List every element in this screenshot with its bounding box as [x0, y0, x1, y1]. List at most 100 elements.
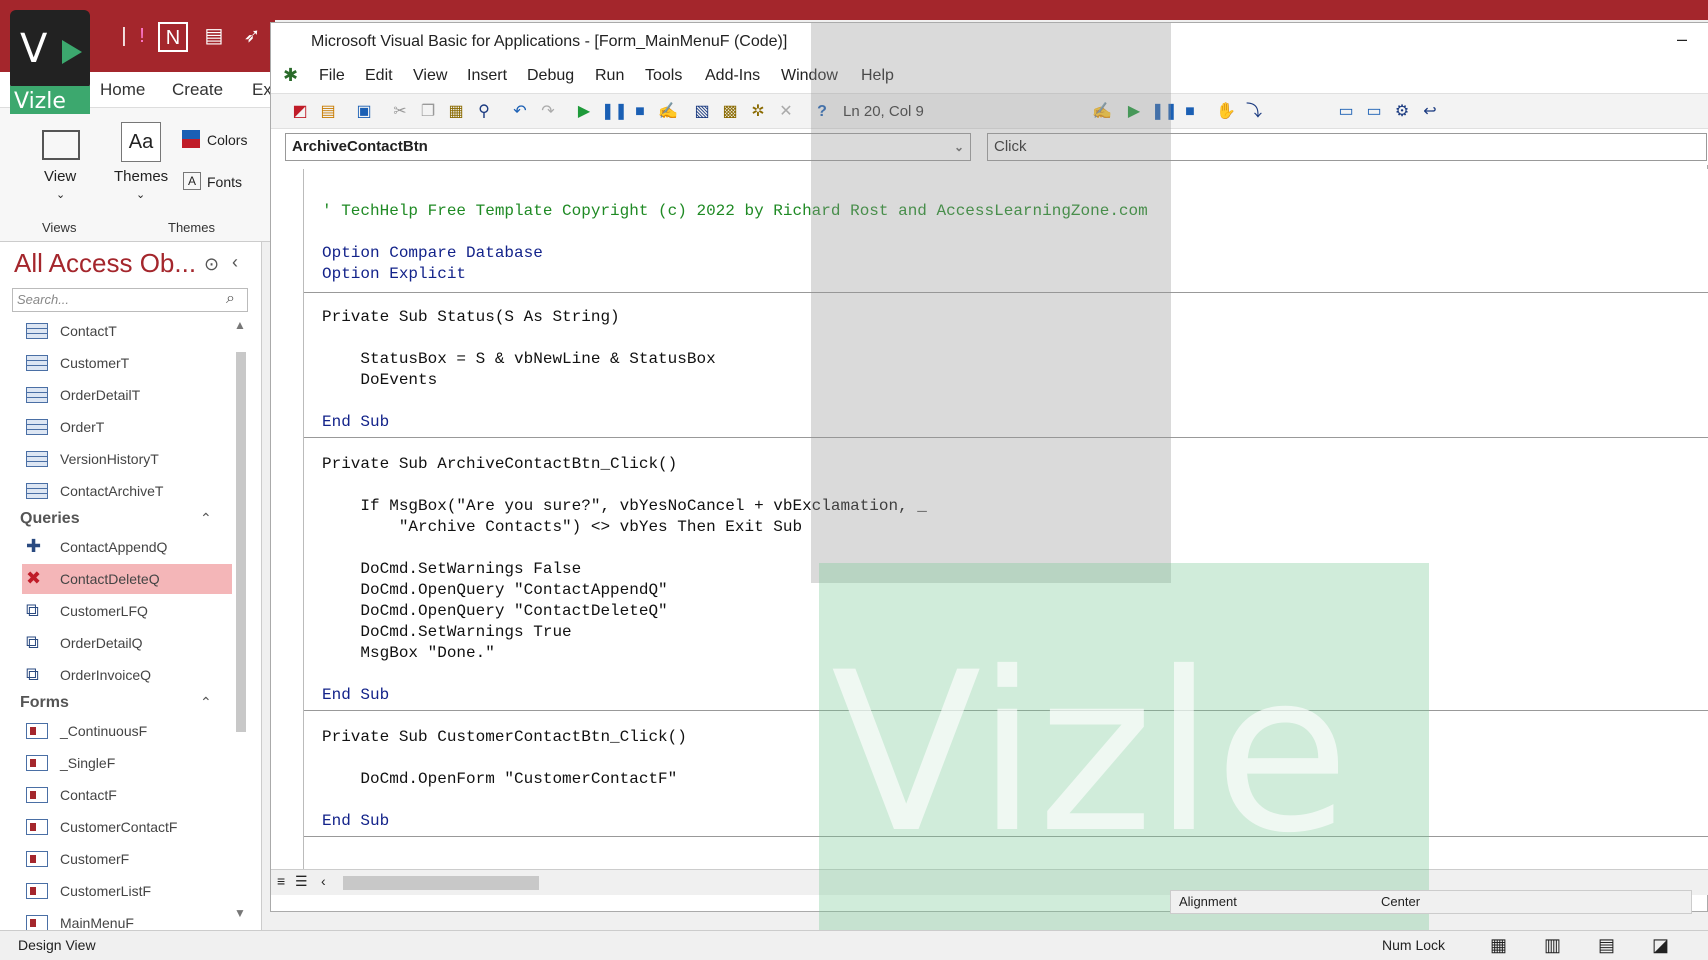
menu-edit[interactable]: Edit	[365, 67, 393, 85]
minimize-button[interactable]: –	[1677, 29, 1687, 50]
nav-form-item[interactable]: CustomerContactF	[22, 812, 232, 842]
nav-table-item[interactable]: OrderT	[22, 412, 232, 442]
themes-label[interactable]: Themes	[114, 168, 168, 185]
colors-icon[interactable]	[182, 130, 200, 148]
forms-header[interactable]: Forms	[20, 694, 69, 712]
nav-form-item[interactable]: _ContinuousF	[22, 716, 232, 746]
break-icon[interactable]: ❚❚	[601, 101, 628, 123]
project-explorer-icon[interactable]: ▧	[691, 101, 713, 123]
properties-icon[interactable]: ▩	[719, 101, 741, 123]
break-icon[interactable]: ❚❚	[1151, 101, 1178, 123]
menu-view[interactable]: View	[413, 67, 447, 85]
nav-query-item[interactable]: ⧉ OrderInvoiceQ	[22, 660, 232, 690]
watch-icon[interactable]: ⚙	[1391, 101, 1413, 123]
tab-create[interactable]: Create	[172, 80, 223, 100]
cut-icon[interactable]: ✂	[389, 101, 411, 123]
datasheet-view-icon[interactable]: ▤	[1598, 935, 1615, 956]
nav-options-icon[interactable]: ⊙	[204, 254, 219, 275]
nav-table-item[interactable]: VersionHistoryT	[22, 444, 232, 474]
collapse-icon[interactable]: ‹	[232, 252, 238, 273]
exclamation-icon[interactable]: !	[128, 22, 156, 50]
chevron-up-icon[interactable]: ⌃	[200, 510, 212, 527]
scrollbar-thumb[interactable]	[343, 876, 539, 890]
excel-return-icon[interactable]: ✱	[283, 65, 298, 86]
window-icon[interactable]: ▭	[1335, 101, 1357, 123]
nav-pane-title[interactable]: All Access Ob...	[14, 248, 196, 279]
code-editor[interactable]: ' TechHelp Free Template Copyright (c) 2…	[303, 169, 1708, 869]
scrollbar-thumb[interactable]	[236, 352, 246, 732]
menu-help[interactable]: Help	[861, 67, 894, 85]
reset-icon[interactable]: ■	[1179, 101, 1201, 123]
menu-run[interactable]: Run	[595, 67, 624, 85]
reset-icon[interactable]: ■	[629, 101, 651, 123]
tab-home[interactable]: Home	[100, 80, 145, 100]
procedure-view-icon[interactable]: ≡	[277, 873, 285, 889]
menu-debug[interactable]: Debug	[527, 67, 574, 85]
pin-icon[interactable]: ➶	[238, 22, 266, 50]
hand-icon[interactable]: ✋	[1215, 101, 1237, 123]
window-icon[interactable]: ▭	[1363, 101, 1385, 123]
view-access-icon[interactable]: ◩	[289, 101, 311, 123]
object-browser-icon[interactable]: ✲	[747, 101, 769, 123]
scroll-down-icon[interactable]: ▼	[234, 906, 246, 920]
menu-insert[interactable]: Insert	[467, 67, 507, 85]
help-icon[interactable]: ?	[811, 101, 833, 123]
scroll-up-icon[interactable]: ▲	[234, 318, 246, 332]
chevron-down-icon[interactable]: ⌄	[56, 188, 65, 201]
design-mode-icon[interactable]: ✍	[657, 101, 679, 123]
call-stack-icon[interactable]: ↩	[1419, 101, 1441, 123]
menu-window[interactable]: Window	[781, 67, 838, 85]
search-icon[interactable]: ⌕	[226, 290, 235, 308]
scroll-left-icon[interactable]: ‹	[321, 873, 326, 889]
nav-table-item[interactable]: CustomerT	[22, 348, 232, 378]
nav-table-item[interactable]: ContactT	[22, 316, 232, 346]
view-icon[interactable]	[42, 130, 80, 160]
nav-form-item[interactable]: CustomerListF	[22, 876, 232, 906]
step-icon[interactable]: ⤵	[1243, 101, 1265, 123]
run-icon[interactable]: ▶	[573, 101, 595, 123]
document-icon[interactable]: ▤	[200, 22, 228, 50]
design-mode-icon[interactable]: ✍	[1091, 101, 1113, 123]
nav-form-item[interactable]: CustomerF	[22, 844, 232, 874]
layout-view-icon[interactable]: ▥	[1544, 935, 1561, 956]
procedure-dropdown[interactable]: Click	[987, 133, 1707, 161]
design-view-icon[interactable]: ◪	[1652, 935, 1669, 956]
nav-table-item[interactable]: ContactArchiveT	[22, 476, 232, 506]
run-icon[interactable]: ▶	[1123, 101, 1145, 123]
copy-icon[interactable]: ❐	[417, 101, 439, 123]
nav-query-item[interactable]: ⧉ OrderDetailQ	[22, 628, 232, 658]
tab-external[interactable]: Ex	[252, 80, 272, 100]
nav-table-item[interactable]: OrderDetailT	[22, 380, 232, 410]
property-row[interactable]: Alignment Center	[1170, 890, 1692, 914]
find-icon[interactable]: ⚲	[473, 101, 495, 123]
full-module-view-icon[interactable]: ☰	[295, 873, 308, 890]
paste-icon[interactable]: ▦	[445, 101, 467, 123]
themes-icon[interactable]: Aa	[121, 122, 161, 162]
save-icon[interactable]: ▣	[353, 101, 375, 123]
nav-form-item[interactable]: ContactF	[22, 780, 232, 810]
queries-header[interactable]: Queries	[20, 510, 80, 528]
search-input[interactable]: Search...	[12, 288, 248, 312]
menu-tools[interactable]: Tools	[645, 67, 682, 85]
property-value[interactable]: Center	[1381, 894, 1420, 909]
nav-form-item[interactable]: MainMenuF	[22, 908, 232, 930]
fonts-label[interactable]: Fonts	[207, 174, 242, 190]
chevron-up-icon[interactable]: ⌃	[200, 694, 212, 711]
nav-query-item[interactable]: ✚ ContactAppendQ	[22, 532, 232, 562]
nav-form-item[interactable]: _SingleF	[22, 748, 232, 778]
object-dropdown[interactable]: ArchiveContactBtn ⌄	[285, 133, 971, 161]
chevron-down-icon[interactable]: ⌄	[136, 188, 145, 201]
view-label[interactable]: View	[44, 168, 76, 185]
colors-label[interactable]: Colors	[207, 132, 247, 148]
access-n-icon[interactable]: N	[158, 22, 188, 52]
nav-query-item[interactable]: ⧉ CustomerLFQ	[22, 596, 232, 626]
toolbox-icon[interactable]: ✕	[775, 101, 797, 123]
fonts-icon[interactable]: A	[183, 172, 201, 190]
undo-icon[interactable]: ↶	[509, 101, 531, 123]
nav-query-item-selected[interactable]: ✖ ContactDeleteQ	[22, 564, 232, 594]
menu-file[interactable]: File	[319, 67, 345, 85]
form-view-icon[interactable]: ▦	[1490, 935, 1507, 956]
insert-module-icon[interactable]: ▤	[317, 101, 339, 123]
redo-icon[interactable]: ↷	[537, 101, 559, 123]
menu-add-ins[interactable]: Add-Ins	[705, 67, 760, 85]
